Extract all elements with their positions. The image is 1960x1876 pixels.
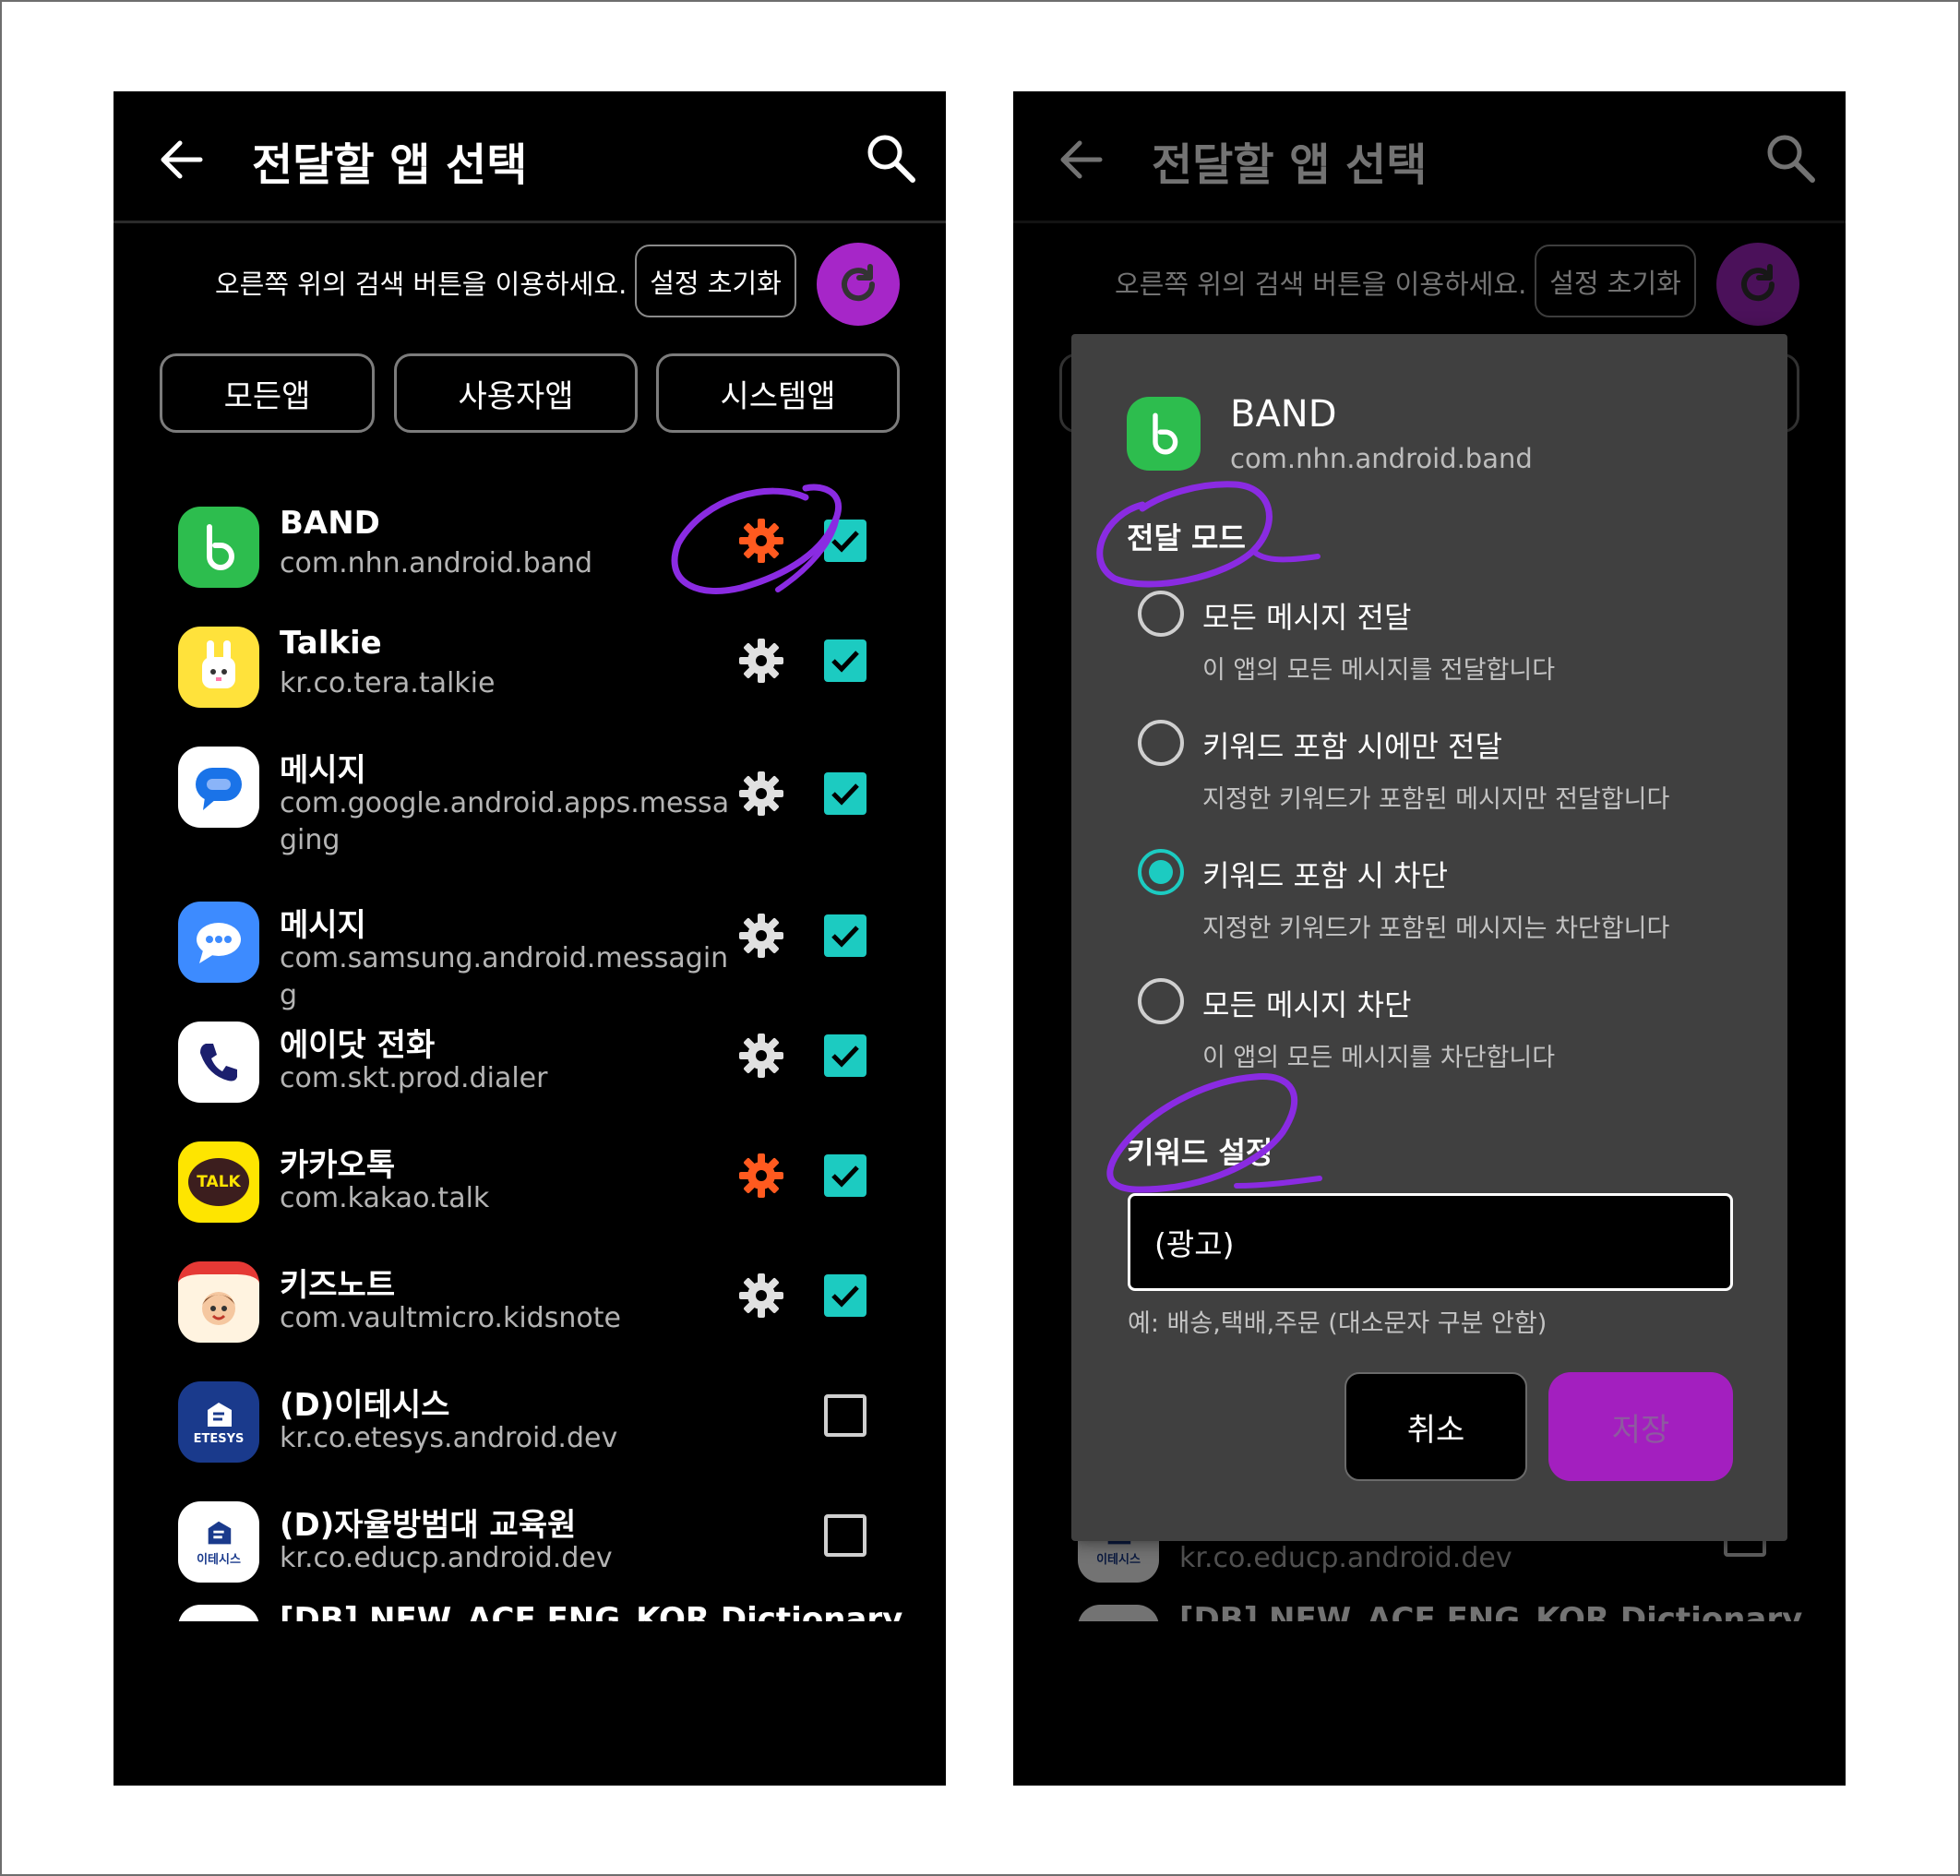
radio-forward-keyword-only[interactable]: [1138, 720, 1184, 766]
app-name: BAND: [280, 505, 380, 542]
app-checkbox[interactable]: [824, 1394, 866, 1437]
kidsnote-app-icon: [178, 1261, 259, 1343]
option-description: 이 앱의 모든 메시지를 전달합니다: [1202, 656, 1556, 685]
app-name: 에이닷 전화: [280, 1027, 436, 1064]
search-icon[interactable]: [865, 132, 916, 184]
app-checkbox[interactable]: [824, 772, 866, 815]
keyword-settings-label: 키워드 설정: [1127, 1135, 1273, 1170]
top-bar: 전달할 앱 선택: [114, 91, 946, 223]
app-row-dictionary[interactable]: [DB] NEW_ACE ENG_KOR Dictionary: [114, 1594, 946, 1621]
option-label[interactable]: 모든 메시지 전달: [1202, 594, 1411, 637]
search-hint: 오른쪽 위의 검색 버튼을 이용하세요.: [215, 269, 627, 300]
gear-icon[interactable]: [736, 1151, 786, 1201]
filter-tab-all-apps[interactable]: 모든앱: [160, 353, 375, 433]
filter-tab-system-apps[interactable]: 시스템앱: [656, 353, 900, 433]
app-package: com.google.android.apps.messaging: [280, 787, 730, 856]
reset-settings-button[interactable]: 설정 초기화: [635, 245, 796, 317]
app-list: BAND com.nhn.android.band Talkie kr.co.t…: [114, 479, 946, 1734]
refresh-icon: [842, 264, 876, 302]
keyword-hint: 예: 배송,택배,주문 (대소문자 구분 안함): [1128, 1309, 1548, 1338]
app-checkbox[interactable]: [824, 1274, 866, 1317]
dictionary-app-icon: [178, 1605, 259, 1621]
option-label[interactable]: 키워드 포함 시 차단: [1202, 853, 1448, 895]
google-messages-app-icon: [178, 747, 259, 828]
keyword-input[interactable]: (광고): [1128, 1193, 1733, 1291]
kakaotalk-app-icon: TALK: [178, 1141, 259, 1223]
app-package: com.skt.prod.dialer: [280, 1062, 548, 1094]
radio-block-keyword[interactable]: [1138, 849, 1184, 895]
filter-tab-user-apps[interactable]: 사용자앱: [394, 353, 638, 433]
etesys-icon-label: ETESYS: [193, 1431, 245, 1446]
talkie-app-icon: [178, 627, 259, 708]
talk-bubble: TALK: [188, 1158, 249, 1206]
save-button[interactable]: 저장: [1548, 1372, 1733, 1481]
radio-block-all[interactable]: [1138, 978, 1184, 1024]
app-package: com.samsung.android.messaging: [280, 942, 729, 1011]
back-arrow-icon[interactable]: [154, 132, 209, 187]
band-app-icon: [178, 507, 259, 588]
option-description: 지정한 키워드가 포함된 메시지만 전달합니다: [1202, 785, 1670, 814]
app-package: com.kakao.talk: [280, 1182, 490, 1214]
app-checkbox[interactable]: [824, 914, 866, 957]
samsung-messages-app-icon: [178, 902, 259, 983]
forward-mode-label: 전달 모드: [1127, 520, 1246, 556]
app-name: [DB] NEW_ACE ENG_KOR Dictionary: [280, 1601, 903, 1621]
app-package: kr.co.educp.android.dev: [280, 1542, 613, 1574]
dialog-app-package: com.nhn.android.band: [1230, 443, 1533, 474]
app-checkbox[interactable]: [824, 639, 866, 682]
app-name: (D)자율방범대 교육원: [280, 1507, 577, 1544]
forward-mode-dialog: BAND com.nhn.android.band 전달 모드 모든 메시지 전…: [1071, 334, 1787, 1541]
option-description: 이 앱의 모든 메시지를 차단합니다: [1202, 1044, 1556, 1072]
app-name: 키즈노트: [280, 1267, 396, 1304]
app-name: Talkie: [280, 625, 382, 662]
gear-icon[interactable]: [736, 1031, 786, 1081]
app-checkbox[interactable]: [824, 520, 866, 562]
option-label[interactable]: 모든 메시지 차단: [1202, 982, 1411, 1024]
gear-icon[interactable]: [736, 769, 786, 819]
gear-icon[interactable]: [736, 516, 786, 566]
app-name: (D)이테시스: [280, 1387, 450, 1424]
radio-forward-all[interactable]: [1138, 591, 1184, 637]
educp-icon-label: 이테시스: [197, 1552, 241, 1567]
app-name: 메시지: [280, 752, 366, 789]
option-description: 지정한 키워드가 포함된 메시지는 차단합니다: [1202, 914, 1670, 943]
app-name: 메시지: [280, 907, 366, 944]
cancel-button[interactable]: 취소: [1345, 1372, 1527, 1481]
gear-icon[interactable]: [736, 911, 786, 961]
app-package: com.vaultmicro.kidsnote: [280, 1302, 621, 1334]
app-checkbox[interactable]: [824, 1034, 866, 1077]
gear-icon[interactable]: [736, 636, 786, 686]
gear-icon[interactable]: [736, 1271, 786, 1320]
app-package: kr.co.tera.talkie: [280, 667, 496, 699]
etesys-app-icon: ETESYS: [178, 1381, 259, 1463]
app-checkbox[interactable]: [824, 1514, 866, 1557]
app-checkbox[interactable]: [824, 1154, 866, 1197]
educp-app-icon: 이테시스: [178, 1501, 259, 1583]
app-package: kr.co.etesys.android.dev: [280, 1422, 618, 1454]
dialog-app-name: BAND: [1230, 393, 1337, 436]
adot-phone-app-icon: [178, 1022, 259, 1103]
app-settings-screen: 전달할 앱 선택 오른쪽 위의 검색 버튼을 이용하세요. 설정 초기화 이테시…: [1013, 91, 1846, 1786]
app-package: com.nhn.android.band: [280, 547, 593, 580]
option-label[interactable]: 키워드 포함 시에만 전달: [1202, 723, 1502, 766]
app-select-screen: 전달할 앱 선택 오른쪽 위의 검색 버튼을 이용하세요. 설정 초기화 모든앱…: [114, 91, 946, 1786]
refresh-button[interactable]: [817, 243, 900, 326]
band-app-icon: [1127, 397, 1201, 471]
page-title: 전달할 앱 선택: [252, 139, 528, 191]
app-name: 카카오톡: [280, 1147, 396, 1184]
